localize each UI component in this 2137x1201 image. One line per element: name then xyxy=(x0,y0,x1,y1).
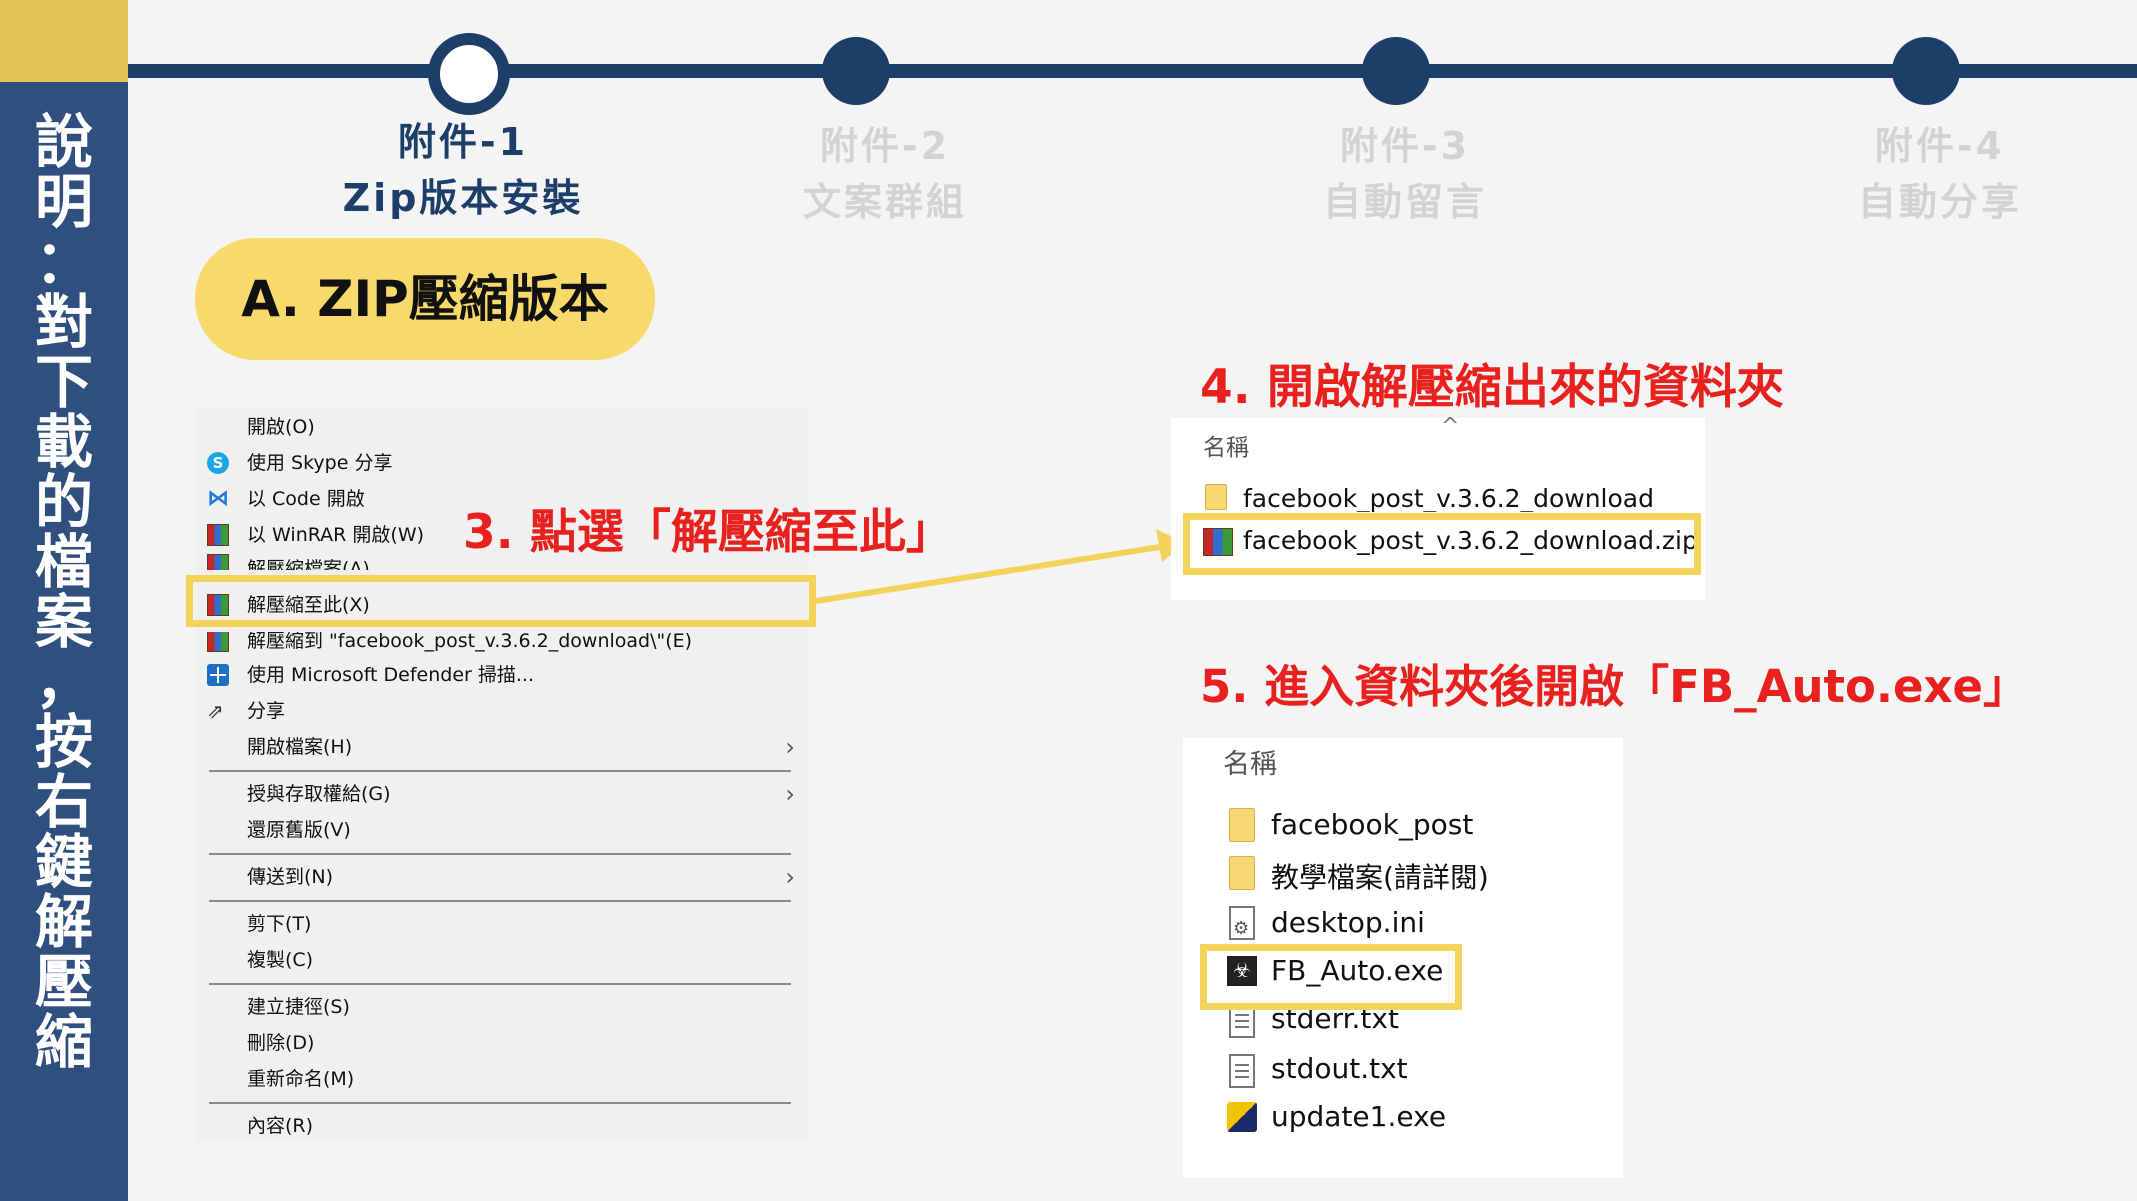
sort-chevron-icon[interactable]: ^ xyxy=(1441,414,1459,439)
highlight-zip-file xyxy=(1183,513,1701,575)
pointer-arrow xyxy=(815,529,1185,604)
file-row-tutorial[interactable]: 教學檔案(請詳閱) xyxy=(1271,856,1489,896)
folder-icon xyxy=(1229,856,1255,890)
updater-app-icon xyxy=(1227,1102,1257,1132)
column-header-name[interactable]: 名稱 xyxy=(1223,742,1277,781)
file-row-facebook-post[interactable]: facebook_post xyxy=(1271,808,1473,841)
folder-icon xyxy=(1229,808,1255,842)
folder-icon xyxy=(1205,484,1227,510)
file-row-desktop-ini[interactable]: desktop.ini xyxy=(1271,906,1425,939)
text-file-icon xyxy=(1229,1054,1255,1088)
file-row-stdout[interactable]: stdout.txt xyxy=(1271,1052,1408,1085)
file-row-update1[interactable]: update1.exe xyxy=(1271,1100,1446,1133)
file-row-folder[interactable]: facebook_post_v.3.6.2_download xyxy=(1243,484,1654,512)
gear-file-icon: ⚙ xyxy=(1229,906,1255,940)
column-header-name[interactable]: 名稱 xyxy=(1203,428,1249,462)
highlight-fb-auto xyxy=(1200,944,1462,1010)
